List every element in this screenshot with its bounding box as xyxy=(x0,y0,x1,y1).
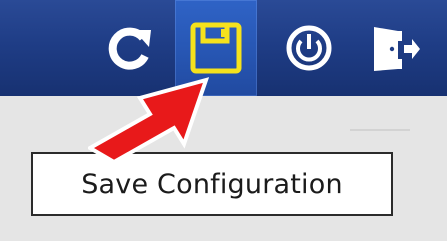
logout-button[interactable] xyxy=(360,0,430,96)
divider xyxy=(350,129,410,131)
power-icon xyxy=(286,25,332,71)
exit-door-icon xyxy=(374,27,420,71)
refresh-icon xyxy=(108,27,151,70)
floppy-disk-icon xyxy=(190,22,242,74)
screenshot-stage: Save Configuration xyxy=(0,0,447,241)
red-arrow-icon xyxy=(88,77,210,165)
power-button[interactable] xyxy=(272,0,346,96)
